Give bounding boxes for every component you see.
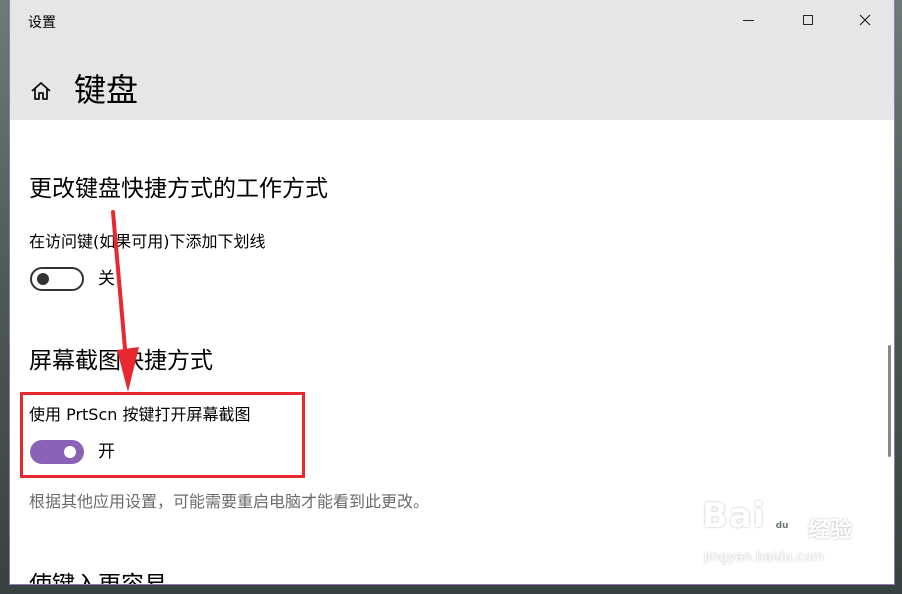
section-heading-keyboard-shortcuts: 更改键盘快捷方式的工作方式 (29, 176, 328, 202)
restart-hint: 根据其他应用设置，可能需要重启电脑才能看到此更改。 (29, 492, 430, 511)
underline-access-keys-label: 在访问键(如果可用)下添加下划线 (29, 232, 266, 251)
close-button[interactable] (842, 0, 888, 40)
baidu-watermark: Bai du 经验 jingyan.baidu.com (700, 494, 870, 578)
app-title: 设置 (28, 15, 56, 31)
highlight-box (20, 392, 305, 478)
maximize-button[interactable] (785, 0, 831, 40)
title-bar[interactable]: 设置 (10, 0, 894, 44)
page-title: 键盘 (74, 71, 139, 109)
toggle-knob (37, 273, 49, 285)
watermark-brand-suffix: du (776, 521, 789, 531)
watermark-url: jingyan.baidu.com (704, 550, 824, 565)
underline-access-keys-state: 关 (98, 269, 115, 289)
watermark-brand: Bai (702, 496, 766, 536)
close-icon (859, 14, 871, 26)
home-icon[interactable] (30, 80, 52, 102)
minimize-button[interactable] (725, 0, 771, 40)
section-heading-screenshot-shortcut: 屏幕截图快捷方式 (29, 348, 213, 374)
maximize-icon (803, 15, 813, 25)
settings-window: 设置 键盘 更改键盘快捷方式的工作方式 在访问键(如果可用)下添加下划线 关 屏… (9, 0, 895, 585)
paw-icon: du (767, 503, 797, 532)
underline-access-keys-toggle[interactable] (30, 267, 84, 291)
section-heading-typing-partial: 使键入更容易 (29, 572, 167, 585)
watermark-cn: 经验 (808, 518, 853, 543)
minimize-icon (742, 19, 754, 21)
page-header: 键盘 (10, 44, 894, 120)
scrollbar-thumb[interactable] (888, 345, 891, 457)
